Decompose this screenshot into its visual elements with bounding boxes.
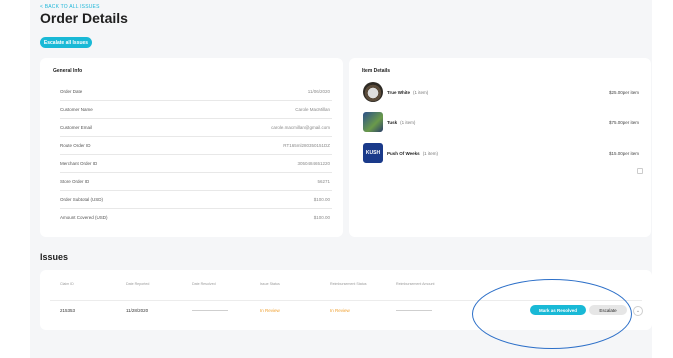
item-row: Tusk (1 item) $75.00per item [363, 112, 639, 132]
info-label: Order Date [60, 89, 83, 94]
info-label: Store Order ID [60, 179, 90, 184]
item-price: $25.00per item [608, 90, 639, 95]
column-header-date-reported: Date Reported [126, 282, 150, 286]
info-value: carole.macmillan@gmail.com [271, 125, 330, 130]
general-info-card: General Info Order Date 11/06/2020 Custo… [40, 58, 343, 237]
reimbursement-status-cell: In Review [330, 308, 350, 313]
claim-id-cell: 215353 [60, 308, 76, 313]
info-value: Carole MacMillan [295, 107, 330, 112]
info-row-route-order-id: Route Order ID RT165ml280350151DZ [60, 138, 332, 155]
column-header-reimbursement-amount: Reimbursement Amount [396, 282, 435, 286]
info-label: Customer Name [60, 107, 93, 112]
info-value: RT165ml280350151DZ [283, 143, 330, 148]
scroll-indicator[interactable] [637, 168, 643, 174]
column-header-issue-status: Issue Status [260, 282, 280, 286]
item-row: KUSH Push Of Weeks (1 item) $15.00per ite… [363, 143, 639, 163]
item-qty: (1 item) [413, 90, 429, 95]
column-header-date-resolved: Date Resolved [192, 282, 216, 286]
album-cover-icon: KUSH [363, 143, 383, 163]
info-row-order-date: Order Date 11/06/2020 [60, 84, 332, 101]
item-price: $75.00per item [608, 120, 639, 125]
info-label: Order Subtotal (USD) [60, 197, 104, 202]
info-value: 3050484651220 [297, 161, 330, 166]
page-title: Order Details [40, 10, 128, 26]
date-resolved-empty [192, 310, 228, 311]
item-name: Tusk (1 item) [387, 120, 416, 125]
issues-title: Issues [40, 252, 69, 262]
item-price: $15.00per item [608, 151, 639, 156]
column-header-claim-id: Claim ID [60, 282, 74, 286]
info-label: Merchant Order ID [60, 161, 98, 166]
info-value: $100.00 [313, 197, 330, 202]
info-row-store-order-id: Store Order ID 56271 [60, 174, 332, 191]
item-details-title: Item Details [362, 68, 391, 74]
general-info-title: General Info [53, 68, 83, 74]
column-header-reimbursement-status: Reimbursement Status [330, 282, 367, 286]
info-label: Route Order ID [60, 143, 91, 148]
chevron-down-icon[interactable]: ⌄ [633, 306, 643, 316]
date-reported-cell: 11/28/2020 [126, 308, 149, 313]
issue-status-cell: In Review [260, 308, 280, 313]
info-row-merchant-order-id: Merchant Order ID 3050484651220 [60, 156, 332, 173]
item-name: True White (1 item) [387, 90, 429, 95]
info-value: $100.00 [313, 215, 330, 220]
annotation-highlight-circle [472, 279, 632, 349]
escalate-all-button[interactable]: Escalate all Issues [40, 37, 92, 48]
item-qty: (1 item) [422, 151, 438, 156]
album-cover-icon [363, 112, 383, 132]
info-row-customer-name: Customer Name Carole MacMillan [60, 102, 332, 119]
info-value: 56271 [317, 179, 330, 184]
info-row-customer-email: Customer Email carole.macmillan@gmail.co… [60, 120, 332, 137]
item-name: Push Of Weeks (1 item) [387, 151, 438, 156]
item-row: True White (1 item) $25.00per item [363, 82, 639, 102]
reimbursement-amount-empty [396, 310, 432, 311]
info-label: Amount Covered (USD) [60, 215, 108, 220]
item-details-card: Item Details True White (1 item) $25.00pe… [349, 58, 651, 237]
info-value: 11/06/2020 [307, 89, 330, 94]
info-row-amount-covered: Amount Covered (USD) $100.00 [60, 210, 332, 226]
vinyl-record-icon [363, 82, 383, 102]
info-label: Customer Email [60, 125, 93, 130]
item-qty: (1 item) [400, 120, 416, 125]
info-row-order-subtotal: Order Subtotal (USD) $100.00 [60, 192, 332, 209]
